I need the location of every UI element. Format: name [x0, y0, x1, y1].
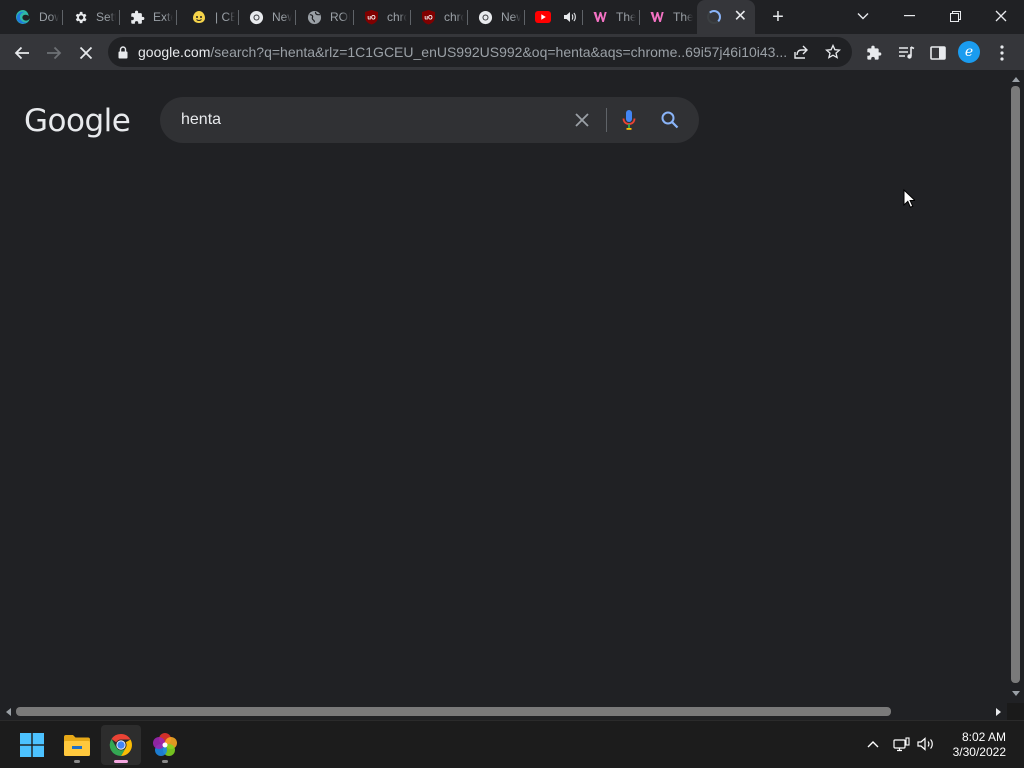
search-box[interactable]: henta	[160, 97, 699, 143]
search-submit-icon[interactable]	[659, 109, 681, 131]
ublock-icon: uO	[363, 9, 379, 25]
photos-pinwheel-icon[interactable]	[145, 725, 185, 765]
volume-icon[interactable]	[917, 735, 935, 753]
scroll-right-arrow-icon[interactable]	[994, 707, 1003, 716]
tab-download[interactable]: Download	[6, 0, 63, 34]
tab-title: The	[673, 10, 693, 24]
vertical-scroll-thumb[interactable]	[1011, 86, 1020, 683]
tab-title: New Tab	[501, 10, 521, 24]
gear-icon	[72, 9, 88, 25]
w-logo-icon	[649, 9, 665, 25]
chrome-icon	[248, 9, 264, 25]
tab-title: Settings	[96, 10, 116, 24]
tab-separator	[295, 10, 296, 25]
url-path: /search?q=henta&rlz=1C1GCEU_enUS992US992…	[210, 44, 786, 60]
tab-active-loading[interactable]: ✕	[697, 0, 755, 34]
clock-date: 3/30/2022	[952, 745, 1006, 759]
search-input[interactable]: henta	[181, 111, 221, 129]
ublock-icon: uO	[420, 9, 436, 25]
share-icon[interactable]	[793, 44, 809, 60]
side-panel-icon[interactable]	[924, 39, 952, 67]
scroll-up-arrow-icon[interactable]	[1011, 75, 1020, 84]
tab-roblox[interactable]: ROBLOX	[297, 0, 354, 34]
running-indicator	[74, 760, 80, 763]
page-content: Google henta	[0, 72, 1007, 703]
edge-logo-icon	[15, 9, 31, 25]
youtube-icon	[535, 9, 551, 25]
show-hidden-icons-chevron-icon[interactable]	[864, 735, 882, 753]
chrome-taskbar-icon[interactable]	[101, 725, 141, 765]
browser-toolbar: google.com/search?q=henta&rlz=1C1GCEU_en…	[0, 34, 1024, 71]
scrollbar-corner	[1007, 703, 1024, 720]
svg-text:uO: uO	[424, 16, 433, 22]
tab-title: Download	[39, 10, 59, 24]
tab-title: The	[616, 10, 636, 24]
running-indicator	[162, 760, 168, 763]
tab-strip: Download Settings Extensions | CE New Ta…	[0, 0, 1024, 34]
tab-new-tab[interactable]: New Tab	[239, 0, 296, 34]
tab-title: ROBLOX	[330, 10, 350, 24]
tab-chrome-2[interactable]: uO chrome	[411, 0, 468, 34]
horizontal-scroll-thumb[interactable]	[16, 707, 891, 716]
chrome-icon	[477, 9, 493, 25]
tab-title: New Tab	[272, 10, 292, 24]
clear-search-icon[interactable]	[571, 109, 593, 131]
tab-chrome-1[interactable]: uO chrome	[354, 0, 411, 34]
minimize-button[interactable]	[886, 0, 932, 32]
extensions-puzzle-icon[interactable]	[860, 39, 888, 67]
tab-separator	[176, 10, 177, 25]
google-logo[interactable]: Google	[24, 103, 131, 139]
tab-new-tab-2[interactable]: New Tab	[468, 0, 525, 34]
tab-youtube[interactable]	[526, 0, 583, 34]
stop-loading-button[interactable]	[72, 39, 100, 67]
scroll-down-arrow-icon[interactable]	[1011, 689, 1020, 698]
tab-settings[interactable]: Settings	[63, 0, 120, 34]
network-icon[interactable]	[892, 735, 910, 753]
speaker-audio-icon[interactable]	[561, 9, 577, 25]
tab-ce[interactable]: | CE	[182, 0, 239, 34]
tab-the-2[interactable]: The	[640, 0, 697, 34]
running-indicator	[114, 760, 128, 763]
tab-search-dropdown-icon[interactable]	[840, 0, 886, 32]
windows-start-icon[interactable]	[12, 725, 52, 765]
clock-time: 8:02 AM	[961, 730, 1006, 744]
more-menu-icon[interactable]	[988, 39, 1016, 67]
smiley-icon	[191, 9, 207, 25]
globe-icon	[306, 9, 322, 25]
profile-avatar[interactable]: e	[958, 41, 980, 63]
tab-the-1[interactable]: The	[583, 0, 640, 34]
w-logo-icon	[592, 9, 608, 25]
voice-search-mic-icon[interactable]	[621, 108, 637, 132]
tab-title: Extensions	[153, 10, 173, 24]
url-host: google.com	[138, 44, 211, 60]
svg-text:uO: uO	[367, 16, 376, 22]
media-controls-icon[interactable]	[892, 39, 920, 67]
mouse-cursor-icon	[903, 188, 917, 213]
vertical-scrollbar[interactable]	[1007, 71, 1024, 703]
tab-title: | CE	[215, 10, 235, 24]
forward-button[interactable]	[40, 39, 68, 67]
scroll-left-arrow-icon[interactable]	[4, 707, 13, 716]
bookmark-star-icon[interactable]	[825, 44, 841, 60]
close-tab-icon[interactable]: ✕	[734, 9, 747, 25]
tab-title: chrome	[444, 10, 464, 24]
puzzle-icon	[129, 9, 145, 25]
close-window-button[interactable]	[978, 0, 1024, 32]
horizontal-scrollbar[interactable]	[0, 703, 1007, 720]
url-text[interactable]: google.com/search?q=henta&rlz=1C1GCEU_en…	[138, 44, 786, 60]
new-tab-button[interactable]: +	[766, 5, 790, 29]
search-divider	[606, 108, 607, 132]
back-button[interactable]	[8, 39, 36, 67]
tab-title: chrome	[387, 10, 407, 24]
restore-button[interactable]	[932, 0, 978, 32]
tab-separator	[524, 10, 525, 25]
file-explorer-icon[interactable]	[57, 725, 97, 765]
address-bar[interactable]: google.com/search?q=henta&rlz=1C1GCEU_en…	[108, 37, 852, 67]
windows-taskbar: 8:02 AM 3/30/2022	[0, 720, 1024, 768]
system-clock[interactable]: 8:02 AM 3/30/2022	[944, 730, 1006, 760]
tab-extensions[interactable]: Extensions	[120, 0, 177, 34]
lock-icon[interactable]	[108, 45, 138, 59]
loading-spinner-icon	[706, 9, 722, 25]
